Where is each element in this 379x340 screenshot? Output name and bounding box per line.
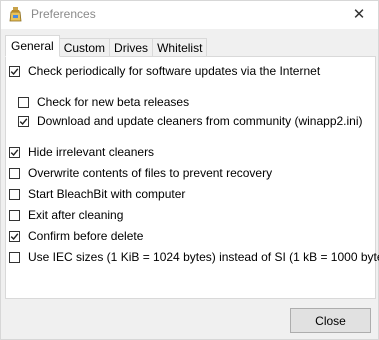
bleachbit-app-icon <box>8 6 24 22</box>
checkmark-icon <box>10 67 19 75</box>
checkmark-icon <box>19 117 28 125</box>
tab-whitelist[interactable]: Whitelist <box>153 38 208 57</box>
checkbox[interactable] <box>9 167 20 179</box>
option-overwrite[interactable]: Overwrite contents of files to prevent r… <box>9 165 272 181</box>
checkbox[interactable] <box>9 65 20 77</box>
option-exit-after-cleaning[interactable]: Exit after cleaning <box>9 207 123 223</box>
option-label: Hide irrelevant cleaners <box>28 145 155 159</box>
tab-custom[interactable]: Custom <box>59 38 111 57</box>
preferences-window: Preferences ✕ General Custom Drives Whit… <box>0 0 379 340</box>
option-hide-irrelevant[interactable]: Hide irrelevant cleaners <box>9 144 154 160</box>
option-check-updates[interactable]: Check periodically for software updates … <box>9 63 320 79</box>
checkbox[interactable] <box>18 96 29 108</box>
tab-general[interactable]: General <box>5 35 60 57</box>
tab-bar: General Custom Drives Whitelist <box>5 35 208 57</box>
tab-drives[interactable]: Drives <box>110 38 154 57</box>
option-label: Start BleachBit with computer <box>28 187 186 201</box>
option-iec-sizes[interactable]: Use IEC sizes (1 KiB = 1024 bytes) inste… <box>9 249 379 265</box>
option-beta-releases[interactable]: Check for new beta releases <box>18 94 189 110</box>
checkbox[interactable] <box>9 146 20 158</box>
checkmark-icon <box>10 232 19 240</box>
option-label: Download and update cleaners from commun… <box>37 114 363 128</box>
window-title: Preferences <box>31 7 96 21</box>
option-label: Use IEC sizes (1 KiB = 1024 bytes) inste… <box>28 250 379 264</box>
option-winapp2[interactable]: Download and update cleaners from commun… <box>18 113 363 129</box>
close-icon[interactable]: ✕ <box>346 3 372 25</box>
option-label: Confirm before delete <box>28 229 144 243</box>
general-panel: Check periodically for software updates … <box>5 56 379 299</box>
option-confirm-delete[interactable]: Confirm before delete <box>9 228 143 244</box>
option-label: Check periodically for software updates … <box>28 64 321 78</box>
option-label: Check for new beta releases <box>37 95 190 109</box>
close-button[interactable]: Close <box>290 308 371 333</box>
checkbox[interactable] <box>9 230 20 242</box>
checkbox[interactable] <box>9 188 20 200</box>
option-label: Exit after cleaning <box>28 208 124 222</box>
checkbox[interactable] <box>18 115 29 127</box>
title-bar: Preferences ✕ <box>1 1 378 29</box>
option-start-with-computer[interactable]: Start BleachBit with computer <box>9 186 185 202</box>
checkbox[interactable] <box>9 251 20 263</box>
checkbox[interactable] <box>9 209 20 221</box>
checkmark-icon <box>10 148 19 156</box>
option-label: Overwrite contents of files to prevent r… <box>28 166 273 180</box>
